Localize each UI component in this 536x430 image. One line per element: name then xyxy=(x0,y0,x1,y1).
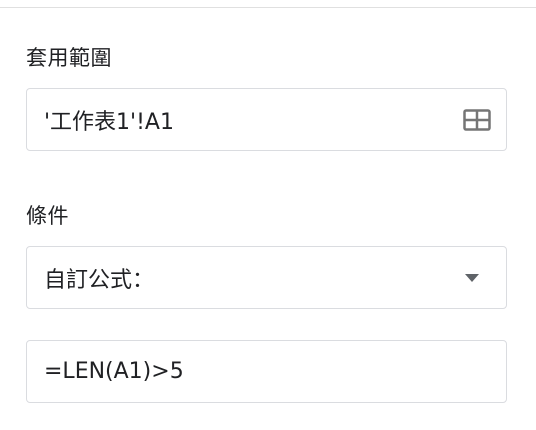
range-input[interactable]: '工作表1'!A1 xyxy=(26,88,507,151)
condition-select[interactable]: 自訂公式： xyxy=(26,246,507,309)
condition-section-label: 條件 xyxy=(26,204,69,228)
range-input-value: '工作表1'!A1 xyxy=(44,109,174,135)
range-section-label: 套用範圍 xyxy=(26,46,112,70)
formula-input-value: =LEN(A1)>5 xyxy=(44,359,184,384)
condition-select-value: 自訂公式： xyxy=(44,267,155,293)
caret-down-icon xyxy=(460,266,484,290)
top-divider xyxy=(0,7,536,8)
formula-input[interactable]: =LEN(A1)>5 xyxy=(26,340,507,403)
grid-icon[interactable] xyxy=(462,108,492,132)
